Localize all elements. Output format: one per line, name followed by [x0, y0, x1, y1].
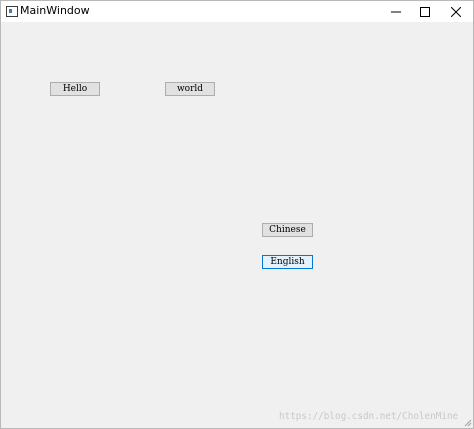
main-window: MainWindow Hello world Chinese English h… [0, 0, 474, 429]
watermark-text: https://blog.csdn.net/CholenMine [279, 411, 459, 422]
chinese-button[interactable]: Chinese [262, 223, 313, 237]
hello-button[interactable]: Hello [50, 82, 100, 96]
close-icon [451, 6, 461, 17]
maximize-button[interactable] [408, 1, 442, 22]
close-button[interactable] [439, 1, 473, 22]
central-widget: Hello world Chinese English https://blog… [1, 22, 473, 428]
minimize-icon [391, 11, 401, 12]
english-button[interactable]: English [262, 255, 313, 269]
world-button[interactable]: world [165, 82, 215, 96]
maximize-icon [420, 6, 430, 17]
size-grip-icon[interactable] [464, 419, 472, 427]
title-bar[interactable]: MainWindow [1, 1, 473, 22]
app-window-icon [6, 6, 18, 17]
window-title: MainWindow [20, 4, 90, 17]
